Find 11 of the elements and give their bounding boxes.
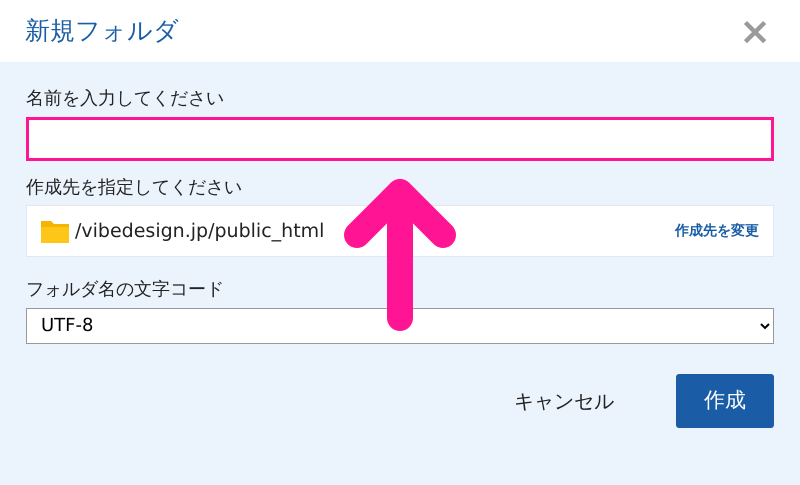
field-label: 名前を入力してください <box>26 88 225 110</box>
encoding-select[interactable]: UTF-8 <box>26 308 774 344</box>
folder-path: /vibedesign.jp/public_html <box>75 218 324 244</box>
dialog-title: 新規フォルダ <box>25 16 179 46</box>
folder-icon <box>41 219 69 244</box>
field-label: フォルダ名の文字コード <box>26 279 225 301</box>
name-input-field[interactable] <box>26 116 774 161</box>
cancel-button[interactable]: キャンセル <box>508 384 620 417</box>
change-destination-link[interactable]: 作成先を変更 <box>675 220 759 242</box>
field-label: 作成先を指定してください <box>26 176 243 198</box>
create-button[interactable]: 作成 <box>676 374 774 428</box>
